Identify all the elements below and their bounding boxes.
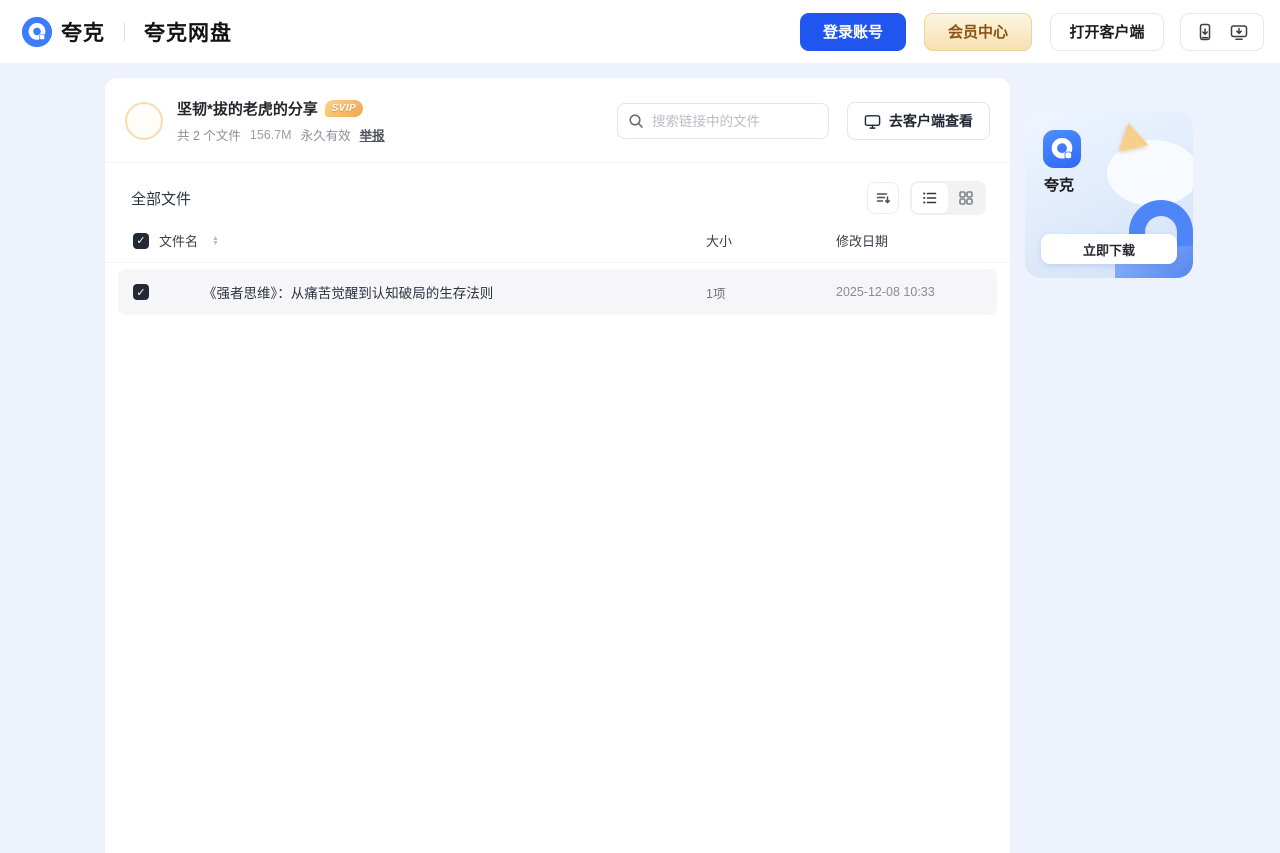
file-size: 1项 xyxy=(706,286,726,301)
select-all-checkbox[interactable]: ✓ xyxy=(133,232,149,249)
product-name: 夸克网盘 xyxy=(144,21,232,45)
logo-text: 夸克 xyxy=(61,21,105,45)
share-total-size: 156.7M xyxy=(249,127,292,142)
list-view-button[interactable] xyxy=(912,183,948,213)
desktop-download-icon[interactable] xyxy=(1230,23,1248,41)
search-box[interactable] xyxy=(617,103,829,139)
monitor-icon xyxy=(864,113,881,130)
report-link[interactable]: 举报 xyxy=(360,125,385,144)
column-name-label[interactable]: 文件名 xyxy=(159,231,198,250)
share-file-count: 共 2 个文件 xyxy=(177,129,241,143)
row-checkbox[interactable]: ✓ xyxy=(133,284,149,300)
view-in-client-button[interactable]: 去客户端查看 xyxy=(847,102,990,140)
vip-center-button[interactable]: 会员中心 xyxy=(924,12,1032,51)
view-mode-toggle xyxy=(910,181,986,215)
promo-app-name: 夸克 xyxy=(1044,177,1075,194)
file-table-header: ✓ 文件名 ▲ ▼ 大小 修改日期 xyxy=(105,227,1010,263)
files-section-header: 全部文件 xyxy=(105,163,1010,227)
quark-app-icon xyxy=(1043,130,1081,168)
download-now-button[interactable]: 立即下载 xyxy=(1041,234,1177,264)
name-sort-arrows[interactable]: ▲ ▼ xyxy=(212,235,219,247)
share-title: 坚韧*拔的老虎的分享 xyxy=(177,101,318,118)
section-title: 全部文件 xyxy=(131,190,192,208)
mobile-download-icon[interactable] xyxy=(1196,23,1214,41)
sharer-avatar xyxy=(125,102,163,140)
svip-badge: SVIP xyxy=(324,100,363,117)
quark-logo[interactable]: 夸克 夸克网盘 xyxy=(22,16,232,47)
file-name[interactable]: 《强者思维》：从痛苦觉醒到认知破局的生存法则 xyxy=(203,282,493,302)
download-icons-group xyxy=(1180,12,1264,51)
share-header: 坚韧*拔的老虎的分享 SVIP 共 2 个文件 156.7M 永久有效 举报 搜… xyxy=(105,78,1010,163)
sort-order-button[interactable] xyxy=(867,182,899,214)
share-content-card: 坚韧*拔的老虎的分享 SVIP 共 2 个文件 156.7M 永久有效 举报 搜… xyxy=(105,78,1010,853)
view-in-client-label: 去客户端查看 xyxy=(889,113,973,129)
search-icon xyxy=(628,113,644,129)
file-date: 2025-12-08 10:33 xyxy=(836,285,935,299)
quark-logo-icon xyxy=(22,16,52,47)
app-download-promo-card[interactable]: 夸克 立即下载 xyxy=(1025,112,1193,278)
grid-view-button[interactable] xyxy=(948,183,984,213)
top-header: 夸克 夸克网盘 登录账号 会员中心 打开客户端 xyxy=(0,0,1280,64)
search-input[interactable] xyxy=(652,113,802,129)
login-button[interactable]: 登录账号 xyxy=(800,12,906,51)
folder-icon-slot xyxy=(149,277,203,307)
logo-divider xyxy=(124,22,125,41)
column-date-label: 修改日期 xyxy=(836,234,889,249)
share-validity: 永久有效 xyxy=(300,129,351,143)
file-row[interactable]: ✓ 《强者思维》：从痛苦觉醒到认知破局的生存法则 1项 2025-12-08 1… xyxy=(118,269,997,315)
column-size-label: 大小 xyxy=(706,234,733,249)
open-client-button[interactable]: 打开客户端 xyxy=(1050,12,1164,51)
